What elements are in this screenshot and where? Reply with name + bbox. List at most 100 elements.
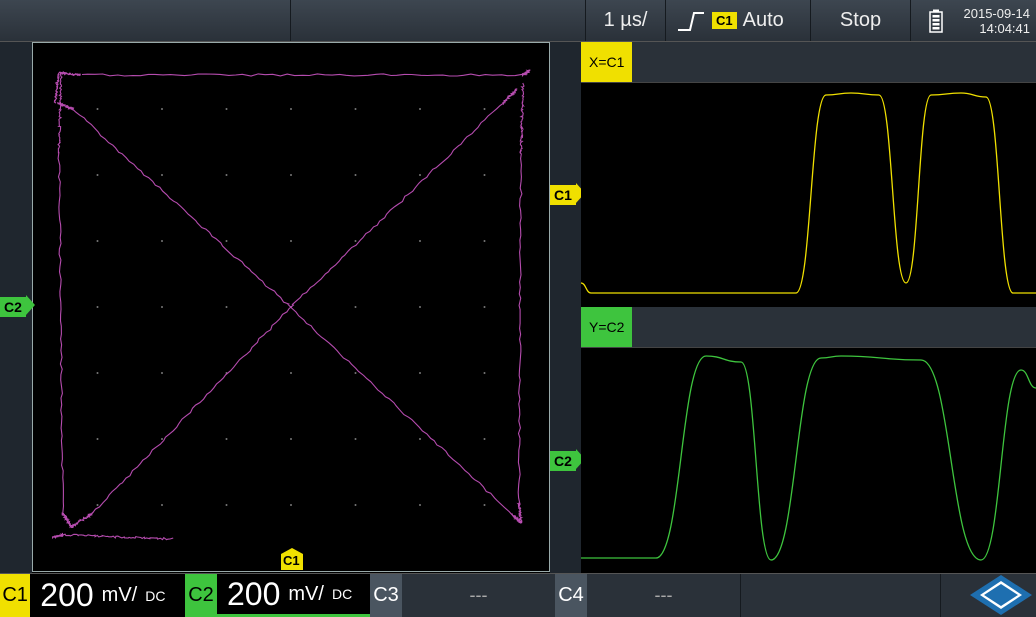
time-text: 14:04:41 <box>979 20 1030 36</box>
grid-dot <box>354 504 357 506</box>
grid-dot <box>225 306 228 308</box>
trigger-button[interactable]: C1 Auto <box>665 0 810 41</box>
trigger-mode: Auto <box>742 9 784 31</box>
waveform-trace <box>580 92 1036 294</box>
c3-value: --- <box>469 585 488 605</box>
c1-x-marker-label: C1 <box>283 553 300 568</box>
grid-dot <box>354 306 357 308</box>
date-time: 2015-09-14 14:04:41 <box>964 6 1031 36</box>
grid-dot <box>290 504 292 506</box>
y-panel-header: Y=C2 <box>581 307 1036 348</box>
battery-icon <box>929 9 943 33</box>
grid-dot <box>419 306 421 308</box>
grid-dot <box>419 174 421 176</box>
grid-dot <box>161 240 163 242</box>
x-channel-label: X=C1 <box>589 54 625 70</box>
x-channel-tag[interactable]: X=C1 <box>581 42 633 82</box>
c1-x-offset-marker[interactable]: C1 <box>281 548 303 575</box>
grid-dot <box>161 372 163 374</box>
c2-y-offset-marker[interactable]: C2 <box>0 295 35 317</box>
grid-dot <box>483 174 486 176</box>
timebase-button[interactable]: 1 µs/ <box>585 0 665 41</box>
grid-dot <box>419 108 421 110</box>
xy-trace <box>57 101 523 524</box>
c4-scale-display: --- <box>587 574 740 617</box>
grid-dot <box>290 372 292 374</box>
top-blank-segment <box>290 0 585 41</box>
c1-coupling: DC <box>145 587 166 604</box>
middle-marker-strip <box>550 42 581 574</box>
grid-dot <box>96 174 99 176</box>
run-stop-button[interactable]: Stop <box>810 0 910 41</box>
trigger-channel-badge: C1 <box>712 12 737 29</box>
grid-dot <box>225 108 228 110</box>
grid-dot <box>354 372 357 374</box>
xy-trace <box>57 73 73 529</box>
grid-dot <box>354 108 357 110</box>
grid-dot <box>161 504 163 506</box>
grid-dot <box>96 438 99 440</box>
grid-dot <box>354 174 357 176</box>
c4-value: --- <box>654 585 673 605</box>
rising-edge-icon <box>678 11 704 31</box>
status-area: 2015-09-14 14:04:41 <box>910 0 1036 41</box>
top-status-bar: 1 µs/ C1 Auto Stop 2015-09-14 14:04:41 <box>0 0 1036 42</box>
channel-bar: C1 200 mV/ DC C2 200 mV/ DC C3 --- C4 --… <box>0 573 1036 617</box>
grid-dot <box>290 108 292 110</box>
c1-scale-display: 200 mV/ DC <box>30 574 185 617</box>
c2-yt-marker-label: C2 <box>554 453 572 469</box>
marker-arrow-icon <box>25 295 35 315</box>
run-state-label: Stop <box>839 9 882 31</box>
x-channel-waveform <box>580 83 1036 305</box>
grid-dot <box>483 372 486 374</box>
grid-dot <box>225 438 228 440</box>
grid-dot <box>483 504 486 506</box>
c2-scale-button[interactable]: C2 200 mV/ DC <box>185 574 370 617</box>
grid-dot <box>96 372 99 374</box>
grid-dot <box>419 504 421 506</box>
grid-dot <box>96 240 99 242</box>
xy-trace <box>516 82 525 524</box>
c1-yt-marker-label: C1 <box>554 187 572 203</box>
grid-dot <box>290 438 292 440</box>
c1-scale-button[interactable]: C1 200 mV/ DC <box>0 574 185 617</box>
x-panel-header: X=C1 <box>581 42 1036 83</box>
c2-waveform-svg <box>580 355 1036 561</box>
grid-dot <box>96 306 99 308</box>
c2-scale-unit: mV/ <box>288 582 324 605</box>
xy-trace <box>81 69 531 78</box>
c2-marker-label: C2 <box>4 299 22 315</box>
xy-plot-area <box>32 42 550 572</box>
empty-bottom-segment <box>740 574 940 617</box>
grid-dot <box>419 240 421 242</box>
grid-dot <box>225 240 228 242</box>
c2-scale-display: 200 mV/ DC <box>217 574 370 617</box>
c1-yt-marker[interactable]: C1 <box>550 183 585 205</box>
grid-dot <box>96 504 99 506</box>
xy-trace <box>70 88 518 529</box>
grid-dot <box>225 504 228 506</box>
grid-dot <box>225 174 228 176</box>
grid-dot <box>419 372 421 374</box>
c3-label: C3 <box>370 574 402 617</box>
grid-dot <box>354 438 357 440</box>
c3-scale-button[interactable]: C3 --- <box>370 574 555 617</box>
grid-dot <box>161 438 163 440</box>
c1-scale-value: 200 <box>40 577 94 613</box>
grid-dot <box>354 240 357 242</box>
grid-dot <box>483 438 486 440</box>
grid-dot <box>161 306 163 308</box>
y-channel-tag[interactable]: Y=C2 <box>581 307 633 347</box>
c2-yt-marker[interactable]: C2 <box>550 449 585 471</box>
c3-scale-display: --- <box>402 574 555 617</box>
c4-scale-button[interactable]: C4 --- <box>555 574 740 617</box>
c1-waveform-svg <box>580 92 1036 294</box>
c2-scale-value: 200 <box>227 575 281 612</box>
c4-label: C4 <box>555 574 587 617</box>
c1-scale-unit: mV/ <box>101 584 138 606</box>
waveform-trace <box>580 355 1036 561</box>
y-channel-label: Y=C2 <box>589 319 625 335</box>
rs-logo-icon <box>970 575 1032 615</box>
c2-label: C2 <box>185 574 217 617</box>
xy-plot-svg <box>51 69 531 541</box>
